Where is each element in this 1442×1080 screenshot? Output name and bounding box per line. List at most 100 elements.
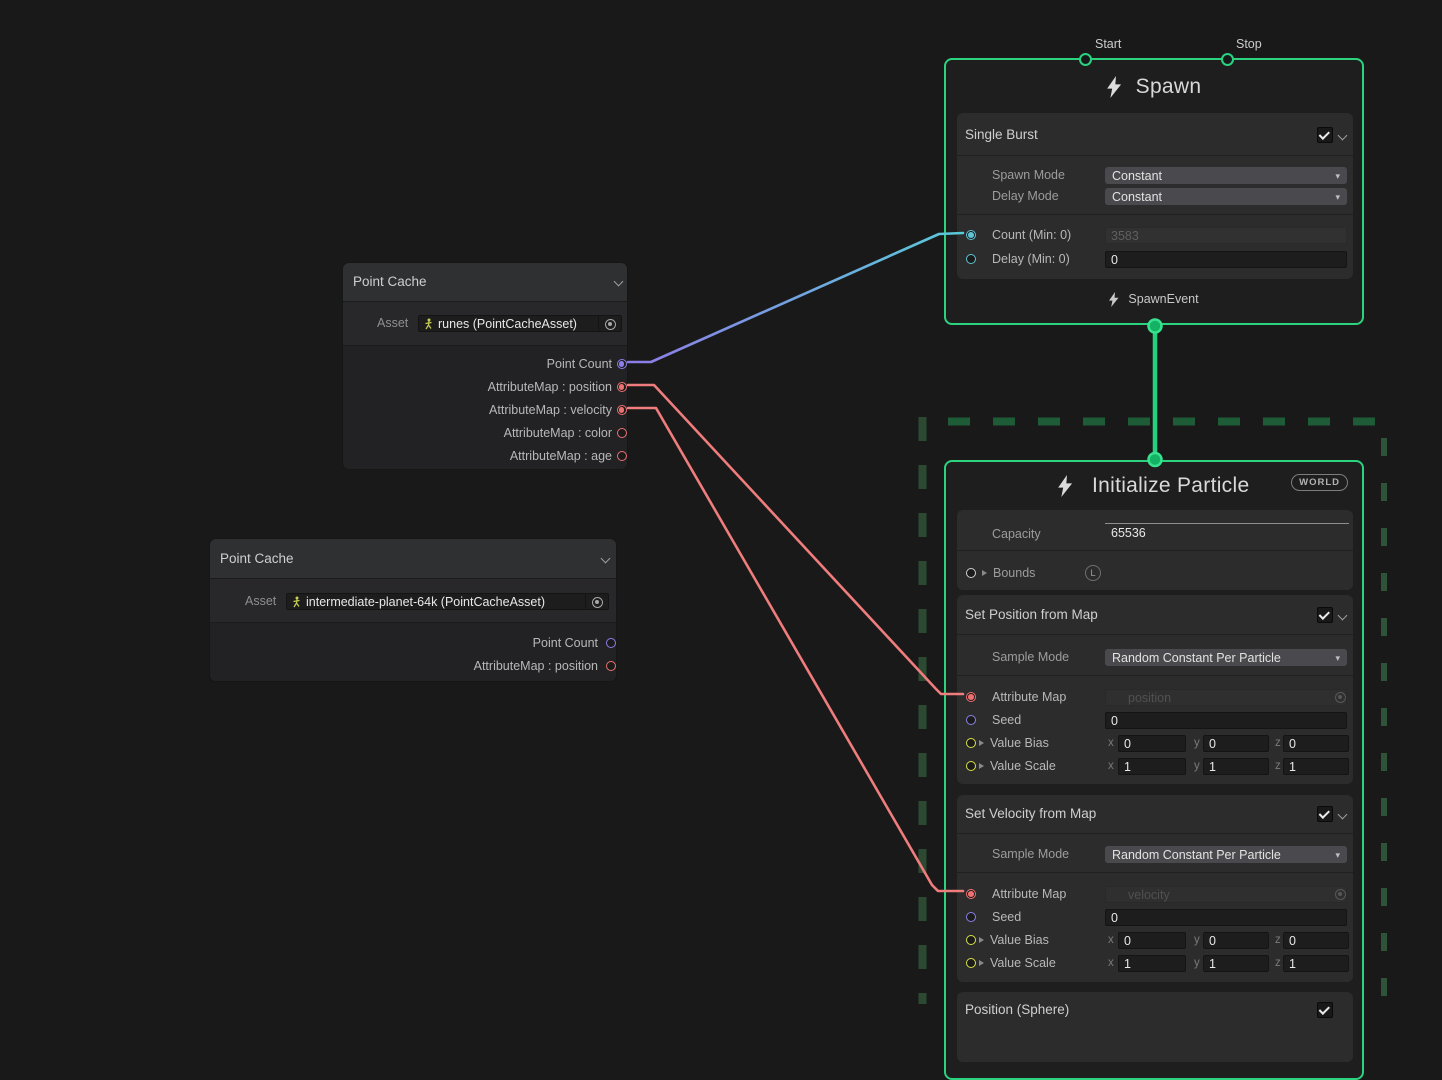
set-velocity-enabled-checkbox[interactable]	[1317, 806, 1333, 822]
value-bias-y-field[interactable]: 0	[1203, 735, 1269, 752]
point-cache-asset-icon	[291, 596, 302, 608]
delay-label: Delay (Min: 0)	[992, 251, 1070, 268]
spawn-node-title: Spawn	[1136, 74, 1202, 100]
initialize-particle-node[interactable]: Initialize Particle WORLD Capacity 65536…	[944, 460, 1364, 1080]
seed-field[interactable]: 0	[1105, 712, 1347, 729]
set-velocity-collapse-icon[interactable]	[1338, 810, 1348, 820]
bounds-expander-icon[interactable]	[982, 570, 987, 576]
spawn-mode-label: Spawn Mode	[992, 167, 1065, 184]
axis-y-label: y	[1194, 758, 1200, 775]
set-velocity-from-map-block[interactable]: Set Velocity from Map Sample Mode Random…	[957, 795, 1353, 982]
asset-value: runes (PointCacheAsset)	[438, 317, 577, 331]
seed-field[interactable]: 0	[1105, 909, 1347, 926]
set-velocity-title: Set Velocity from Map	[965, 805, 1096, 823]
point-cache-planet-node[interactable]: Point Cache Asset intermediate-planet-64…	[209, 538, 617, 682]
position-sphere-enabled-checkbox[interactable]	[1317, 1002, 1333, 1018]
node-titlebar[interactable]: Point Cache	[343, 263, 627, 301]
point-count-output-port[interactable]	[617, 359, 627, 369]
space-badge[interactable]: WORLD	[1291, 474, 1348, 491]
sample-mode-value: Random Constant Per Particle	[1112, 848, 1281, 862]
seed-input-port[interactable]	[966, 715, 976, 725]
count-field[interactable]: 3583	[1105, 227, 1347, 244]
value-bias-x-field[interactable]: 0	[1118, 735, 1186, 752]
spawn-context-node[interactable]: Start Stop Spawn Single Burst Spawn Mode…	[944, 58, 1364, 325]
sample-mode-dropdown[interactable]: Random Constant Per Particle ▾	[1105, 649, 1347, 666]
attributemap-position-output-port[interactable]	[617, 382, 627, 392]
collapse-icon[interactable]	[614, 277, 624, 287]
output-label: AttributeMap : position	[488, 379, 612, 396]
attribute-map-input-port[interactable]	[966, 692, 976, 702]
collapse-icon[interactable]	[601, 554, 611, 564]
dropdown-arrow-icon: ▾	[1335, 850, 1340, 861]
point-cache-asset-icon	[423, 318, 434, 330]
bounds-input-port[interactable]	[966, 568, 976, 578]
attributemap-age-output-port[interactable]	[617, 451, 627, 461]
value-bias-input-port[interactable]	[966, 935, 976, 945]
object-picker-icon[interactable]	[605, 319, 616, 330]
vfx-graph-canvas[interactable]: Start Stop Spawn Single Burst Spawn Mode…	[0, 0, 1442, 1004]
set-position-collapse-icon[interactable]	[1338, 611, 1348, 621]
object-picker-icon[interactable]	[1335, 692, 1346, 703]
value-scale-input-port[interactable]	[966, 958, 976, 968]
object-picker-icon[interactable]	[592, 597, 603, 608]
value-bias-input-port[interactable]	[966, 738, 976, 748]
delay-input-port[interactable]	[966, 254, 976, 264]
value-scale-input-port[interactable]	[966, 761, 976, 771]
point-count-output-port[interactable]	[606, 638, 616, 648]
value-bias-x: 0	[1124, 737, 1131, 751]
asset-object-field[interactable]: intermediate-planet-64k (PointCacheAsset…	[286, 593, 609, 610]
wire-pointcount-to-count	[628, 233, 963, 362]
value-scale-y: 1	[1209, 957, 1216, 971]
seed-input-port[interactable]	[966, 912, 976, 922]
delay-mode-value: Constant	[1112, 190, 1162, 204]
attribute-map-field[interactable]: position	[1105, 689, 1347, 706]
value-bias-y-field[interactable]: 0	[1203, 932, 1269, 949]
output-label: AttributeMap : velocity	[489, 402, 612, 419]
dropdown-arrow-icon: ▾	[1335, 653, 1340, 664]
value-scale-x-field[interactable]: 1	[1118, 758, 1186, 775]
axis-y-label: y	[1194, 932, 1200, 949]
single-burst-block[interactable]: Single Burst Spawn Mode Constant ▾ Delay…	[957, 113, 1353, 279]
spawn-mode-value: Constant	[1112, 169, 1162, 183]
single-burst-enabled-checkbox[interactable]	[1317, 127, 1333, 143]
value-bias-z: 0	[1289, 934, 1296, 948]
point-cache-title: Point Cache	[353, 273, 427, 291]
count-input-port[interactable]	[966, 230, 976, 240]
value-scale-expander-icon[interactable]	[979, 763, 984, 769]
delay-mode-dropdown[interactable]: Constant ▾	[1105, 188, 1347, 205]
asset-object-field[interactable]: runes (PointCacheAsset)	[418, 315, 622, 332]
seed-value: 0	[1111, 911, 1118, 925]
value-scale-y-field[interactable]: 1	[1203, 758, 1269, 775]
seed-label: Seed	[992, 712, 1021, 729]
attribute-map-input-port[interactable]	[966, 889, 976, 899]
capacity-field[interactable]: 65536	[1105, 524, 1349, 541]
delay-mode-label: Delay Mode	[992, 188, 1059, 205]
delay-field[interactable]: 0	[1105, 251, 1347, 268]
spawn-mode-dropdown[interactable]: Constant ▾	[1105, 167, 1347, 184]
node-titlebar[interactable]: Point Cache	[210, 539, 616, 578]
set-position-from-map-block[interactable]: Set Position from Map Sample Mode Random…	[957, 595, 1353, 784]
position-sphere-block[interactable]: Position (Sphere)	[957, 992, 1353, 1062]
value-scale-z-field[interactable]: 1	[1283, 955, 1349, 972]
attribute-map-field[interactable]: velocity	[1105, 886, 1347, 903]
attributemap-color-output-port[interactable]	[617, 428, 627, 438]
set-position-enabled-checkbox[interactable]	[1317, 607, 1333, 623]
value-bias-z-field[interactable]: 0	[1283, 932, 1349, 949]
single-burst-collapse-icon[interactable]	[1338, 131, 1348, 141]
value-bias-x-field[interactable]: 0	[1118, 932, 1186, 949]
value-bias-expander-icon[interactable]	[979, 937, 984, 943]
attributemap-velocity-output-port[interactable]	[617, 405, 627, 415]
flow-port-start[interactable]	[1079, 53, 1092, 66]
object-picker-icon[interactable]	[1335, 889, 1346, 900]
point-cache-runes-node[interactable]: Point Cache Asset runes (PointCacheAsset…	[342, 262, 628, 470]
flow-port-stop[interactable]	[1221, 53, 1234, 66]
value-bias-z-field[interactable]: 0	[1283, 735, 1349, 752]
bounds-space-toggle[interactable]: L	[1085, 565, 1101, 581]
value-scale-expander-icon[interactable]	[979, 960, 984, 966]
value-scale-x-field[interactable]: 1	[1118, 955, 1186, 972]
value-scale-y-field[interactable]: 1	[1203, 955, 1269, 972]
attributemap-position-output-port[interactable]	[606, 661, 616, 671]
value-bias-expander-icon[interactable]	[979, 740, 984, 746]
value-scale-z-field[interactable]: 1	[1283, 758, 1349, 775]
sample-mode-dropdown[interactable]: Random Constant Per Particle ▾	[1105, 846, 1347, 863]
